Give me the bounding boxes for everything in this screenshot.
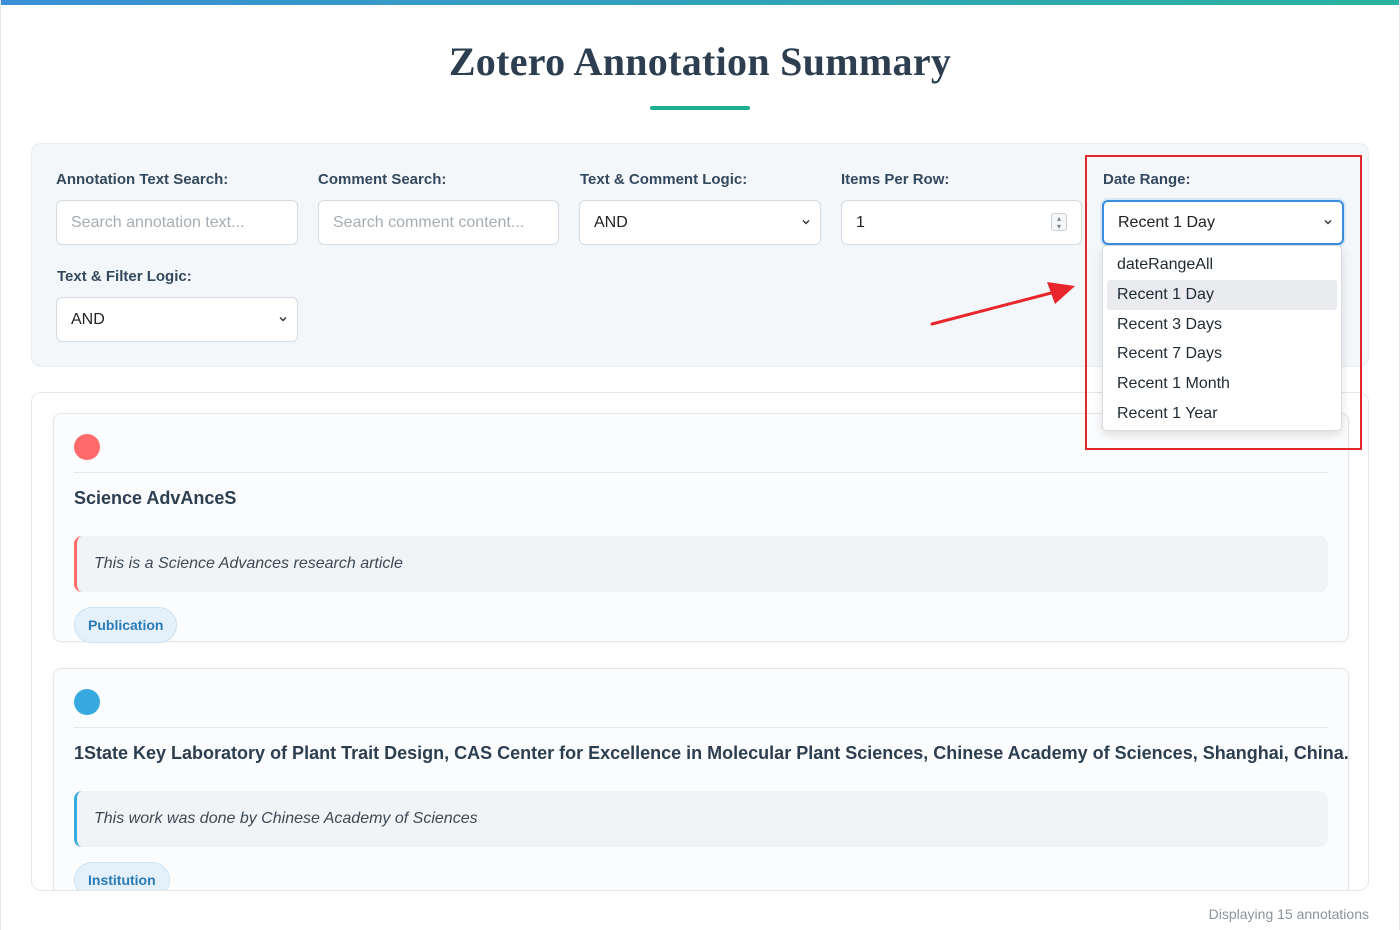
number-spinner-icon[interactable]: ▴ ▾ xyxy=(1051,213,1067,231)
title-underline xyxy=(650,106,750,110)
comment-search-input[interactable]: Search comment content... xyxy=(318,200,559,245)
text-filter-logic-value: AND xyxy=(71,310,105,328)
annotation-text: Science AdvAnceS xyxy=(74,488,237,508)
date-range-option[interactable]: Recent 7 Days xyxy=(1107,339,1337,369)
items-per-row-label: Items Per Row: xyxy=(841,171,950,188)
comment-search-placeholder: Search comment content... xyxy=(333,213,525,231)
annotation-comment-text: This work was done by Chinese Academy of… xyxy=(94,810,478,827)
annotation-search-label: Annotation Text Search: xyxy=(56,171,229,188)
card-divider xyxy=(74,727,1328,728)
highlight-color-dot xyxy=(74,434,100,460)
annotation-card: Science AdvAnceS This is a Science Advan… xyxy=(53,413,1349,643)
date-range-option[interactable]: Recent 3 Days xyxy=(1107,310,1337,340)
comment-search-label: Comment Search: xyxy=(318,171,447,188)
callout-arrow-icon xyxy=(930,282,1075,326)
date-range-option[interactable]: Recent 1 Year xyxy=(1107,399,1337,429)
date-range-option[interactable]: Recent 1 Month xyxy=(1107,369,1337,399)
tag-badge[interactable]: Publication xyxy=(74,607,178,643)
text-comment-logic-select[interactable]: AND xyxy=(579,200,821,245)
card-divider xyxy=(74,472,1328,473)
annotation-comment: This is a Science Advances research arti… xyxy=(74,536,1328,592)
date-range-option[interactable]: dateRangeAll xyxy=(1107,250,1337,280)
date-range-select[interactable]: Recent 1 Day xyxy=(1102,200,1344,245)
top-accent-bar xyxy=(0,0,1400,5)
tag-badge[interactable]: Institution xyxy=(74,862,170,890)
annotation-list: Science AdvAnceS This is a Science Advan… xyxy=(31,392,1369,891)
text-comment-logic-label: Text & Comment Logic: xyxy=(580,171,748,188)
annotation-comment: This work was done by Chinese Academy of… xyxy=(74,791,1328,847)
highlight-color-dot xyxy=(74,689,100,715)
text-filter-logic-label: Text & Filter Logic: xyxy=(57,268,192,285)
date-range-value: Recent 1 Day xyxy=(1118,213,1215,231)
page-title: Zotero Annotation Summary xyxy=(448,39,952,84)
chevron-down-icon xyxy=(1324,219,1332,224)
text-comment-logic-value: AND xyxy=(594,213,628,231)
chevron-down-icon xyxy=(802,219,810,224)
annotation-search-input[interactable]: Search annotation text... xyxy=(56,200,298,245)
date-range-option[interactable]: Recent 1 Day xyxy=(1107,279,1337,310)
annotation-count: Displaying 15 annotations xyxy=(1208,906,1369,922)
annotation-card: 1State Key Laboratory of Plant Trait Des… xyxy=(53,668,1349,890)
date-range-label: Date Range: xyxy=(1103,171,1191,188)
annotation-search-placeholder: Search annotation text... xyxy=(71,213,245,231)
text-filter-logic-select[interactable]: AND xyxy=(56,297,298,342)
items-per-row-value: 1 xyxy=(856,213,865,231)
items-per-row-input[interactable]: 1 ▴ ▾ xyxy=(841,200,1082,245)
date-range-dropdown: dateRangeAll Recent 1 Day Recent 3 Days … xyxy=(1102,245,1342,431)
chevron-down-icon xyxy=(279,316,287,321)
annotation-text: 1State Key Laboratory of Plant Trait Des… xyxy=(74,743,1349,763)
annotation-comment-text: This is a Science Advances research arti… xyxy=(94,555,403,572)
